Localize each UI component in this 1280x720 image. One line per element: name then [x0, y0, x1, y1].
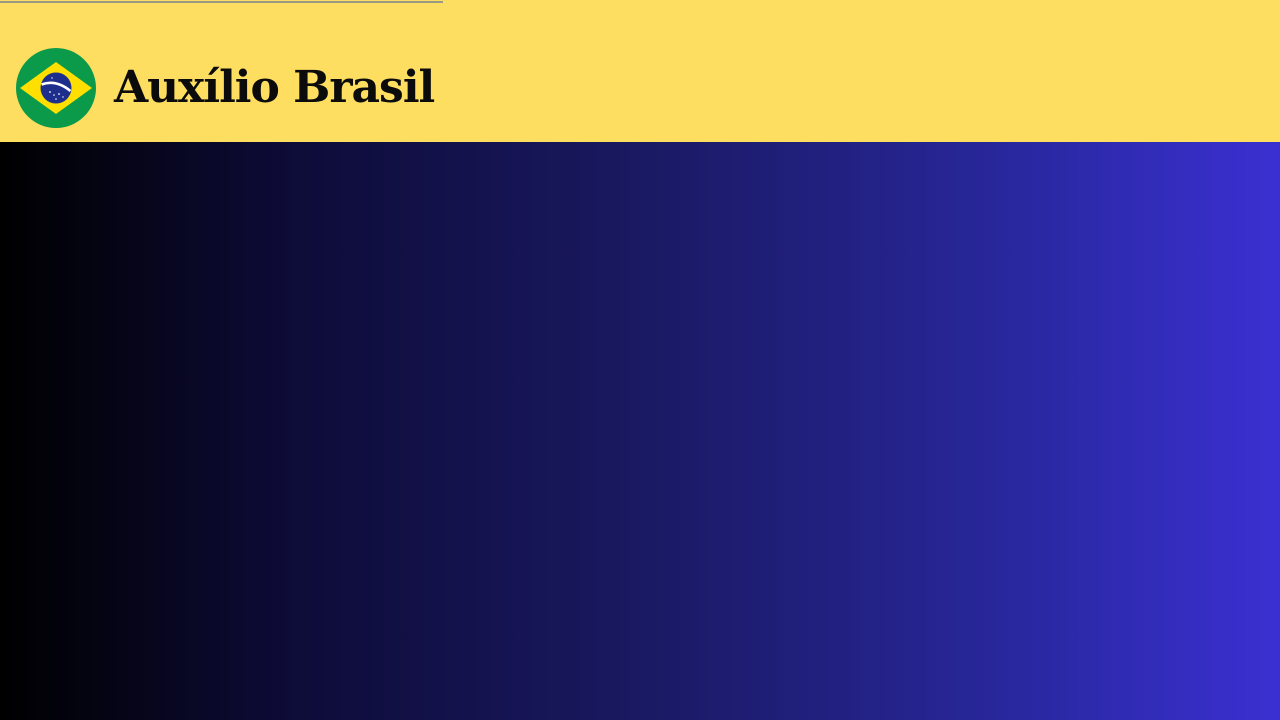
hero-gradient-area: [0, 142, 1280, 720]
brazil-flag-icon: [16, 48, 96, 128]
brand[interactable]: Auxílio Brasil: [16, 48, 435, 128]
site-header: Auxílio Brasil: [0, 0, 1280, 142]
top-divider: [0, 1, 443, 3]
site-title: Auxílio Brasil: [114, 62, 435, 113]
